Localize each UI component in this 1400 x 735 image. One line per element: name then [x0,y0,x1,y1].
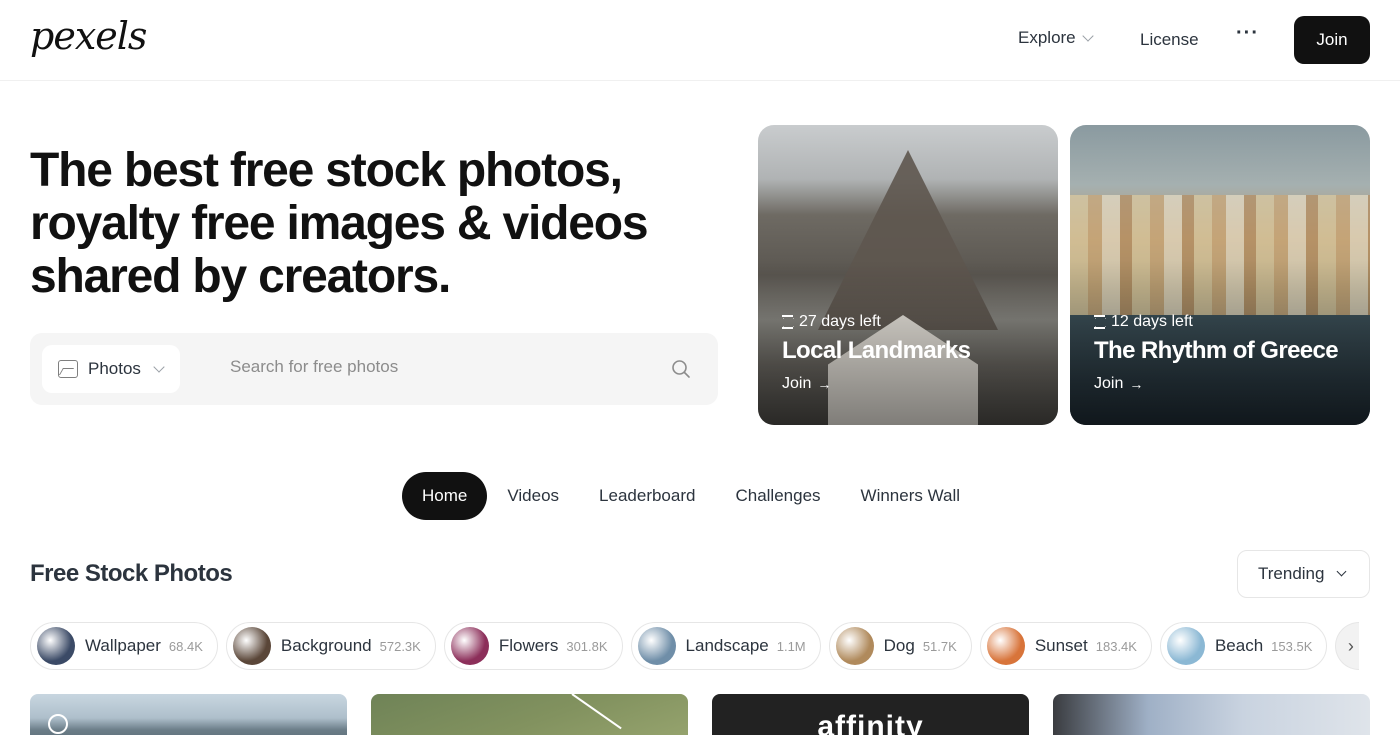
photo-thumbnail[interactable] [1053,694,1370,735]
category-label: Background [280,636,372,655]
category-chip[interactable]: Wallpaper 68.4K [30,622,218,670]
search-bar: Photos [30,333,718,405]
license-link[interactable]: License [1140,30,1199,50]
category-count: 301.8K [566,638,608,654]
category-count: 183.4K [1095,638,1137,654]
category-label: Wallpaper [85,636,161,655]
challenge-join-link[interactable]: Join → [1094,375,1338,393]
arrow-right-icon: → [817,376,832,392]
category-label: Landscape [685,636,769,655]
arrow-right-icon: → [1129,376,1144,392]
mountain-photo [818,150,998,330]
category-thumbnail [37,627,75,665]
hourglass-icon [1094,315,1105,329]
play-icon [48,714,68,734]
search-type-label: Photos [88,359,141,378]
category-label: Dog [883,636,915,655]
section-tabs: Home Videos Leaderboard Challenges Winne… [402,472,980,520]
category-label: Beach [1214,636,1264,655]
image-icon [58,360,78,378]
challenge-meta: 12 days left The Rhythm of Greece Join → [1094,313,1339,393]
explore-label: Explore [1018,28,1076,47]
challenge-join-label: Join [1094,375,1124,392]
days-left: 12 days left [1094,313,1338,331]
category-thumbnail [637,627,676,665]
days-left-text: 12 days left [1111,313,1193,330]
tab-videos[interactable]: Videos [487,472,579,520]
category-chip[interactable]: Sunset 183.4K [979,622,1152,670]
explore-menu[interactable]: Explore [1018,28,1094,48]
more-menu-icon[interactable]: ··· [1236,22,1259,45]
tab-challenges[interactable]: Challenges [715,472,840,520]
category-label: Flowers [498,636,559,655]
pexels-logo[interactable]: pexels [30,14,147,58]
category-chip[interactable]: Beach 153.5K [1159,622,1328,670]
photo-thumbnail[interactable] [30,694,347,735]
tab-leaderboard[interactable]: Leaderboard [579,472,715,520]
chevron-down-icon [153,360,165,373]
search-input[interactable] [230,357,660,377]
search-icon[interactable] [671,359,691,379]
category-thumbnail [1166,627,1205,665]
category-thumbnail [986,627,1025,665]
hourglass-icon [782,315,793,329]
challenge-card-local-landmarks[interactable]: 27 days left Local Landmarks Join → [758,125,1058,425]
category-label: Sunset [1034,636,1088,655]
court-line [571,694,622,730]
town-photo [1070,195,1370,315]
hero-title: The best free stock photos, royalty free… [30,144,649,303]
search-type-dropdown[interactable]: Photos [42,345,180,393]
category-chip[interactable]: Flowers 301.8K [443,622,623,670]
category-chip[interactable]: Background 572.3K [225,622,436,670]
category-chip[interactable]: Landscape 1.1M [630,622,821,670]
category-chips: Wallpaper 68.4K Background 572.3K Flower… [30,622,1370,670]
tab-home[interactable]: Home [402,472,488,520]
category-count: 153.5K [1271,638,1313,654]
photo-thumbnail[interactable] [371,694,688,735]
chevron-right-icon[interactable]: › [1335,622,1360,670]
chevron-down-icon [1337,566,1347,577]
category-chip[interactable]: Dog 51.7K [828,622,972,670]
sort-dropdown[interactable]: Trending [1237,550,1370,598]
section-title: Free Stock Photos [30,560,233,587]
days-left: 27 days left [782,313,970,331]
challenge-card-rhythm-of-greece[interactable]: 12 days left The Rhythm of Greece Join → [1070,125,1370,425]
category-thumbnail [232,627,271,665]
challenge-title: Local Landmarks [782,337,971,364]
ad-thumbnail[interactable]: affinity [712,694,1029,735]
tab-winners-wall[interactable]: Winners Wall [841,472,981,520]
challenge-title: The Rhythm of Greece [1094,337,1339,364]
category-thumbnail [835,627,874,665]
category-count: 1.1M [776,638,806,654]
days-left-text: 27 days left [799,313,881,330]
join-button[interactable]: Join [1294,16,1370,64]
sort-label: Trending [1258,564,1325,583]
category-count: 572.3K [379,638,421,654]
challenge-meta: 27 days left Local Landmarks Join → [782,313,971,393]
category-count: 51.7K [922,638,957,654]
top-nav: pexels Explore License ··· Join [0,0,1400,81]
challenge-join-label: Join [782,375,812,392]
chevron-down-icon [1081,29,1094,42]
category-thumbnail [450,627,489,665]
challenge-join-link[interactable]: Join → [782,375,970,393]
category-count: 68.4K [168,638,203,654]
